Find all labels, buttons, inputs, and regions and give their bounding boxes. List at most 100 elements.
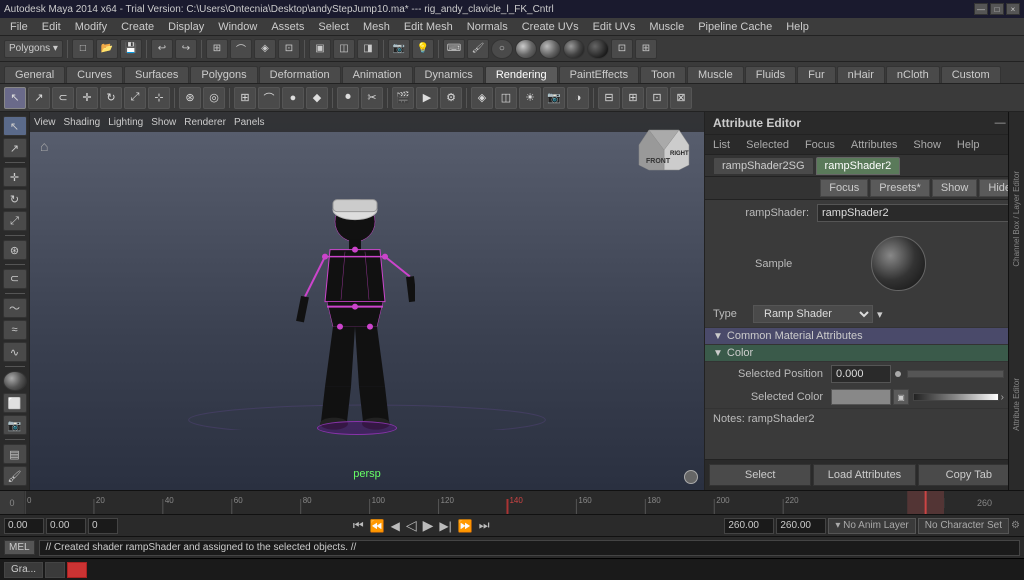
next-end-btn[interactable]: ⏭ [477, 518, 492, 533]
start-frame-input[interactable] [4, 518, 44, 534]
menu-create[interactable]: Create [115, 20, 160, 34]
viewport-cube[interactable]: FRONT RIGHT [634, 120, 694, 180]
tb-render[interactable]: ▣ [309, 39, 331, 59]
type-select[interactable]: Ramp Shader [753, 305, 873, 323]
attr-nav-list[interactable]: List [709, 138, 734, 152]
delete-history[interactable]: ✂ [361, 87, 383, 109]
tb-snap-view[interactable]: ⊡ [278, 39, 300, 59]
tb-render3[interactable]: ◨ [357, 39, 379, 59]
tab-ncloth[interactable]: nCloth [886, 66, 940, 83]
attr-nav-show[interactable]: Show [909, 138, 945, 152]
tb-checker[interactable]: ⊡ [611, 39, 633, 59]
color-swatch[interactable] [831, 389, 891, 405]
show-manip[interactable]: ◎ [203, 87, 225, 109]
taskbar-maya[interactable]: Gra... [4, 562, 43, 578]
menu-assets[interactable]: Assets [265, 20, 310, 34]
tab-fur[interactable]: Fur [797, 66, 836, 83]
frame-input-3[interactable] [88, 518, 118, 534]
select-btn[interactable]: ↖ [3, 116, 27, 136]
soft-mod-tool[interactable]: ⊛ [179, 87, 201, 109]
timeline-track[interactable]: 0 20 40 60 80 100 120 140 160 180 [25, 491, 944, 515]
cube-btn[interactable]: ⬜ [3, 393, 27, 413]
position-slider[interactable] [907, 370, 1004, 378]
sphere-btn[interactable] [3, 371, 27, 391]
render-settings[interactable]: ⚙ [440, 87, 462, 109]
tb-sphere2[interactable] [515, 39, 537, 59]
vp-corner-control[interactable] [684, 470, 698, 484]
menu-normals[interactable]: Normals [461, 20, 514, 34]
shader-tab-main[interactable]: rampShader2 [816, 157, 901, 175]
paint-skin-btn[interactable]: 🖌 [3, 466, 27, 486]
tab-polygons[interactable]: Polygons [190, 66, 257, 83]
menu-modify[interactable]: Modify [69, 20, 113, 34]
vp-panels-menu[interactable]: Panels [234, 117, 265, 128]
tb-sphere3[interactable] [539, 39, 561, 59]
type-dropdown-arrow[interactable]: ▾ [877, 308, 883, 321]
next-frame-btn[interactable]: ▶| [437, 519, 453, 533]
menu-create-uvs[interactable]: Create UVs [516, 20, 585, 34]
paint-select-tool[interactable]: ↗ [28, 87, 50, 109]
tb-snap-curve[interactable]: ⌒ [230, 39, 252, 59]
tb-sphere5[interactable] [587, 39, 609, 59]
tb-redo[interactable]: ↪ [175, 39, 197, 59]
rotate-tool[interactable]: ↻ [100, 87, 122, 109]
menu-mesh[interactable]: Mesh [357, 20, 396, 34]
menu-muscle[interactable]: Muscle [643, 20, 690, 34]
attr-nav-help[interactable]: Help [953, 138, 984, 152]
snap-poly-icon[interactable]: ◆ [306, 87, 328, 109]
select-tool[interactable]: ↖ [4, 87, 26, 109]
rampshader-input[interactable] [817, 204, 1020, 222]
tb-sphere-icon[interactable]: ○ [491, 39, 513, 59]
tb-camera[interactable]: 📷 [388, 39, 410, 59]
render-view[interactable]: 🎬 [392, 87, 414, 109]
tab-general[interactable]: General [4, 66, 65, 83]
transform-tool[interactable]: ⊹ [148, 87, 170, 109]
prev-key-btn[interactable]: ⏪ [368, 519, 387, 533]
color-section-header[interactable]: ▼ Color [705, 345, 1012, 362]
menu-window[interactable]: Window [212, 20, 263, 34]
load-attributes-button[interactable]: Load Attributes [813, 464, 915, 486]
tb-new[interactable]: □ [72, 39, 94, 59]
menu-pipeline-cache[interactable]: Pipeline Cache [692, 20, 778, 34]
copy-tab-button[interactable]: Copy Tab [918, 464, 1020, 486]
curve-bezier[interactable]: ∿ [3, 342, 27, 362]
lasso-btn[interactable]: ⊂ [3, 269, 27, 289]
tb-render2[interactable]: ◫ [333, 39, 355, 59]
menu-select[interactable]: Select [312, 20, 355, 34]
tab-painteffects[interactable]: PaintEffects [559, 66, 640, 83]
scale-btn[interactable]: ⤢ [3, 211, 27, 231]
vp-lighting-menu[interactable]: Lighting [108, 117, 143, 128]
menu-edit-uvs[interactable]: Edit UVs [587, 20, 642, 34]
camera-btn[interactable]: 📷 [3, 415, 27, 435]
menu-display[interactable]: Display [162, 20, 210, 34]
tab-curves[interactable]: Curves [66, 66, 123, 83]
scale-tool[interactable]: ⤢ [124, 87, 146, 109]
ipr-render[interactable]: ▶ [416, 87, 438, 109]
hyper-shade[interactable]: ◈ [471, 87, 493, 109]
history-icon[interactable]: ⏺ [337, 87, 359, 109]
curve-cv[interactable]: 〜 [3, 298, 27, 318]
lasso-tool[interactable]: ⊂ [52, 87, 74, 109]
vp-home-icon[interactable]: ⌂ [40, 138, 48, 154]
vp-renderer-menu[interactable]: Renderer [184, 117, 226, 128]
prev-frame-btn[interactable]: ◀ [389, 519, 402, 533]
move-tool[interactable]: ✛ [76, 87, 98, 109]
paint-btn[interactable]: ↗ [3, 138, 27, 158]
play-fwd-btn[interactable]: ▶ [421, 517, 436, 534]
tb-input[interactable]: ⌨ [443, 39, 465, 59]
tab-custom[interactable]: Custom [941, 66, 1001, 83]
quick-layout-1[interactable]: ⊟ [598, 87, 620, 109]
color-picker-btn[interactable]: ▣ [893, 389, 909, 405]
tb-snap-point[interactable]: ◈ [254, 39, 276, 59]
focus-button[interactable]: Focus [820, 179, 868, 197]
tab-animation[interactable]: Animation [342, 66, 413, 83]
attr-nav-attributes[interactable]: Attributes [847, 138, 901, 152]
render-globals2[interactable]: ◫ [495, 87, 517, 109]
tab-muscle[interactable]: Muscle [687, 66, 744, 83]
quick-layout-4[interactable]: ⊠ [670, 87, 692, 109]
close-btn[interactable]: × [1006, 3, 1020, 15]
tab-dynamics[interactable]: Dynamics [414, 66, 484, 83]
color-arrow-btn[interactable]: › [1001, 392, 1004, 403]
tb-undo[interactable]: ↩ [151, 39, 173, 59]
presets-button[interactable]: Presets* [870, 179, 930, 197]
